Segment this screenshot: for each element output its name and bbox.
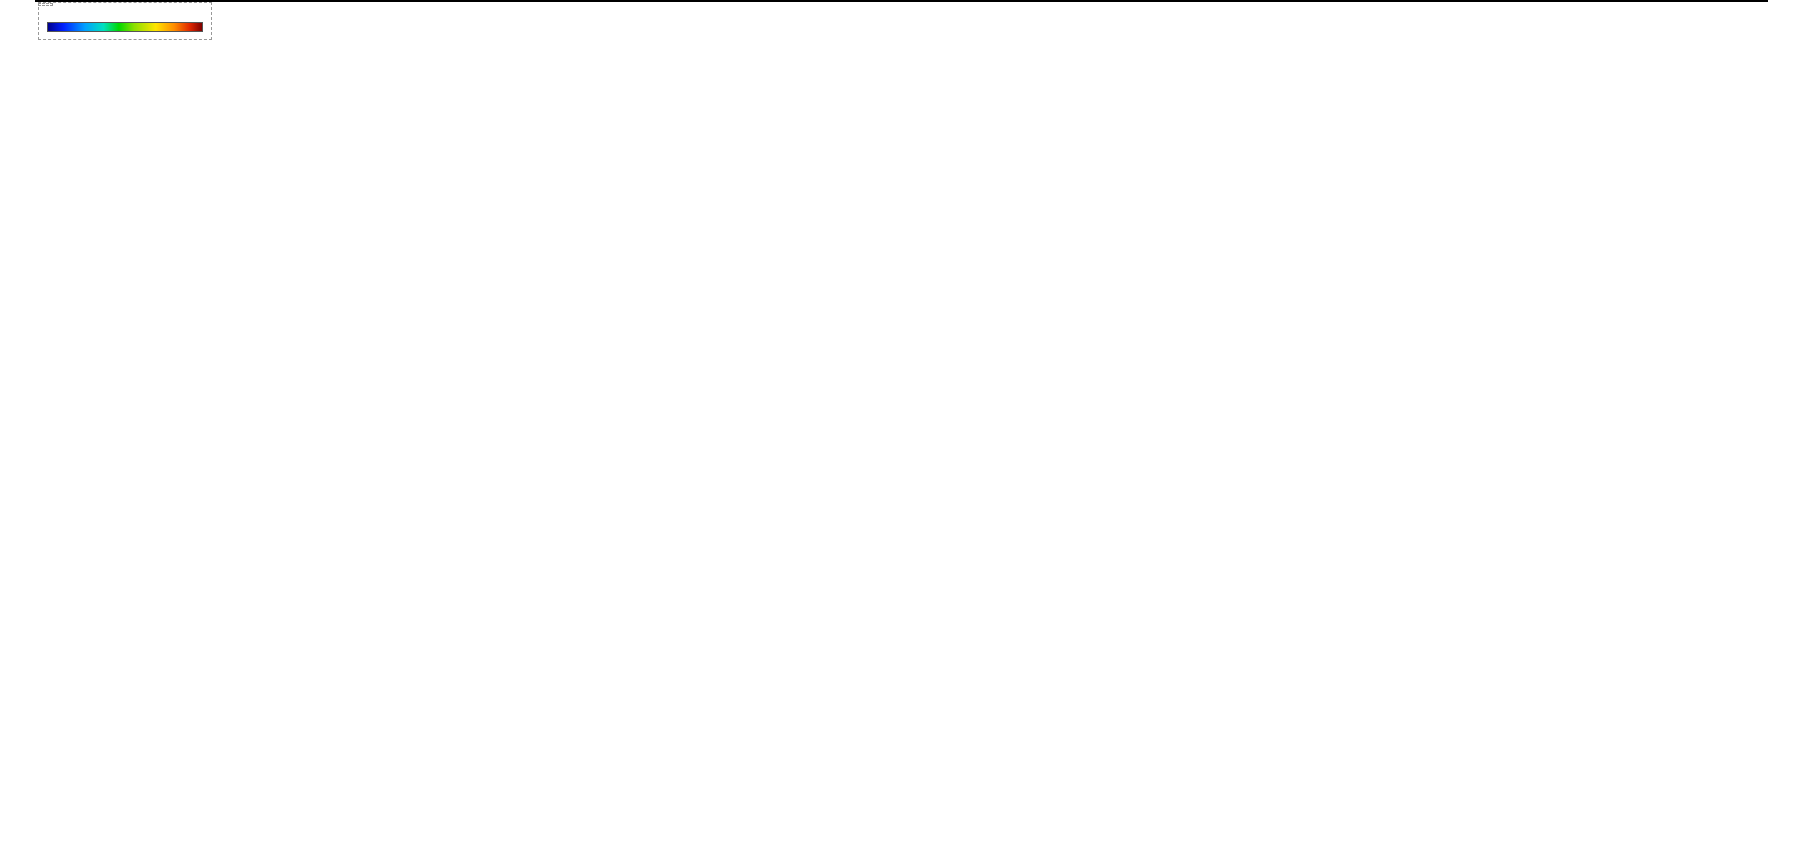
jet-colorbar-gradient	[47, 22, 203, 32]
x-axis	[35, 823, 1768, 849]
panel-temperature	[35, 0, 1768, 2]
std-absi-label	[38, 3, 53, 6]
v-colorbar-legend	[38, 2, 212, 40]
figure-canvas	[0, 0, 1800, 850]
